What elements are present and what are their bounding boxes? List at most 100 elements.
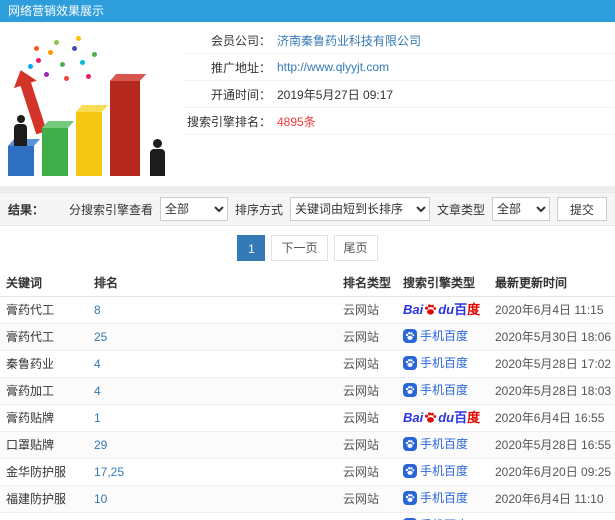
rank-cell [88,512,337,520]
rank-cell: 29 [88,431,337,459]
mobile-baidu-engine: 手机百度 [403,383,468,397]
mobile-baidu-icon [403,491,417,505]
table-header-row: 关键词 排名 排名类型 搜索引擎类型 最新更新时间 [0,270,615,297]
table-row: 膏药代工 8 云网站 Bai du 百度 2020年6月4日 11:15 [0,296,615,324]
chart-bar-yellow [76,112,102,176]
rank-link[interactable]: 4 [94,384,101,398]
businessman-figure-left [14,115,27,146]
update-time-cell: 2020年5月28日 18:03 [489,377,615,405]
article-type-select[interactable]: 全部 [491,197,550,221]
engine-rank-row: 搜索引擎排名： 4895条 [183,108,615,135]
engine-cell: Bai du 百度 [397,296,489,324]
update-time-cell: 2020年6月4日 11:15 [489,296,615,324]
table-row: 膏药代工 25 云网站 手机百度 2020年5月30日 18:06 [0,323,615,351]
rank-type-cell: 云网站 [337,404,397,432]
rank-link[interactable]: 1 [94,411,101,425]
rank-type-cell: 云网站 [337,296,397,324]
promo-url-row: 推广地址： http://www.qlyyjt.com [183,54,615,81]
update-time-cell: 2020年6月4日 16:55 [489,404,615,432]
mobile-baidu-icon [403,329,417,343]
member-info-panel: 会员公司： 济南秦鲁药业科技有限公司 推广地址： http://www.qlyy… [0,22,615,186]
rank-type-cell [337,512,397,520]
mobile-baidu-engine: 手机百度 [403,491,468,505]
chart-bar-red [110,81,140,176]
next-page-link[interactable]: 下一页 [271,235,328,261]
keyword-cell: 膏药贴牌 [0,404,88,432]
baidu-paw-icon [425,411,437,423]
rank-cell: 17,25 [88,458,337,486]
update-time-cell: 2020年5月28日 16:55 [489,431,615,459]
member-company-row: 会员公司： 济南秦鲁药业科技有限公司 [183,27,615,54]
mobile-baidu-engine: 手机百度 [403,437,468,451]
engine-cell: 手机百度 [397,350,489,378]
marketing-illustration [2,24,180,182]
rank-type-cell: 云网站 [337,377,397,405]
keyword-cell: 金华防护服 [0,458,88,486]
filter-controls: 分搜索引擎查看 全部 排序方式 关键词由短到长排序 文章类型 全部 提交 [69,197,607,221]
result-label: 结果： [8,202,45,217]
engine-filter-select[interactable]: 全部 [159,197,228,221]
mobile-baidu-label: 手机百度 [420,437,469,451]
rank-link[interactable]: 4 [94,357,101,371]
businessman-figure-right [150,139,165,176]
rank-cell: 4 [88,350,337,378]
promo-url-link[interactable]: http://www.qlyyjt.com [277,60,389,74]
member-company-link[interactable]: 济南秦鲁药业科技有限公司 [277,32,421,49]
mobile-baidu-engine: 手机百度 [403,356,468,370]
table-row: 手机百度 [0,512,615,520]
keyword-cell: 膏药代工 [0,296,88,324]
mobile-baidu-icon [403,356,417,370]
engine-rank-count: 4895条 [277,114,316,129]
header-rank-type: 排名类型 [337,270,397,297]
open-time-label: 开通时间： [210,87,271,102]
header-update-time: 最新更新时间 [489,270,615,297]
mobile-baidu-engine: 手机百度 [403,464,468,478]
sort-filter-select[interactable]: 关键词由短到长排序 [289,197,430,221]
open-time-row: 开通时间： 2019年5月27日 09:17 [183,81,615,108]
rank-type-cell: 云网站 [337,350,397,378]
results-table: 关键词 排名 排名类型 搜索引擎类型 最新更新时间 膏药代工 8 云网站 Bai… [0,270,615,520]
mobile-baidu-label: 手机百度 [420,383,469,397]
update-time-cell [489,512,615,520]
table-row: 口罩贴牌 29 云网站 手机百度 2020年5月28日 16:55 [0,431,615,459]
mobile-baidu-label: 手机百度 [420,356,469,370]
keyword-cell [0,512,88,520]
update-time-cell: 2020年5月28日 17:02 [489,350,615,378]
page-current[interactable]: 1 [237,235,266,261]
rank-link[interactable]: 29 [94,438,107,452]
mobile-baidu-label: 手机百度 [420,329,469,343]
header-rank: 排名 [88,270,337,297]
results-panel: 1 下一页 尾页 关键词 排名 排名类型 搜索引擎类型 最新更新时间 膏药代工 … [0,226,615,520]
rank-link[interactable]: 25 [94,330,107,344]
last-page-link[interactable]: 尾页 [333,235,378,261]
rank-type-cell: 云网站 [337,485,397,513]
rank-cell: 8 [88,296,337,324]
keyword-cell: 膏药加工 [0,377,88,405]
mobile-baidu-label: 手机百度 [420,464,469,478]
table-row: 福建防护服 10 云网站 手机百度 2020年6月4日 11:10 [0,485,615,513]
engine-cell: 手机百度 [397,377,489,405]
engine-filter-label: 分搜索引擎查看 [68,202,153,217]
rank-cell: 25 [88,323,337,351]
confetti-decoration [36,58,41,63]
rank-type-cell: 云网站 [337,431,397,459]
header-keyword: 关键词 [0,270,88,297]
engine-cell: Bai du 百度 [397,404,489,432]
update-time-cell: 2020年6月20日 09:25 [489,458,615,486]
rank-cell: 1 [88,404,337,432]
rank-link[interactable]: 17,25 [94,465,124,479]
submit-button[interactable]: 提交 [556,197,607,221]
member-company-label: 会员公司： [210,33,271,48]
table-row: 金华防护服 17,25 云网站 手机百度 2020年6月20日 09:25 [0,458,615,486]
rank-link[interactable]: 8 [94,303,101,317]
rank-link[interactable]: 10 [94,492,107,506]
mobile-baidu-engine: 手机百度 [403,329,468,343]
rank-type-cell: 云网站 [337,458,397,486]
engine-rank-label: 搜索引擎排名： [186,114,271,129]
update-time-cell: 2020年6月4日 11:10 [489,485,615,513]
page-titlebar: 网络营销效果展示 [0,0,615,22]
engine-cell: 手机百度 [397,458,489,486]
keyword-cell: 秦鲁药业 [0,350,88,378]
chart-bar-green [42,128,68,176]
table-row: 秦鲁药业 4 云网站 手机百度 2020年5月28日 17:02 [0,350,615,378]
